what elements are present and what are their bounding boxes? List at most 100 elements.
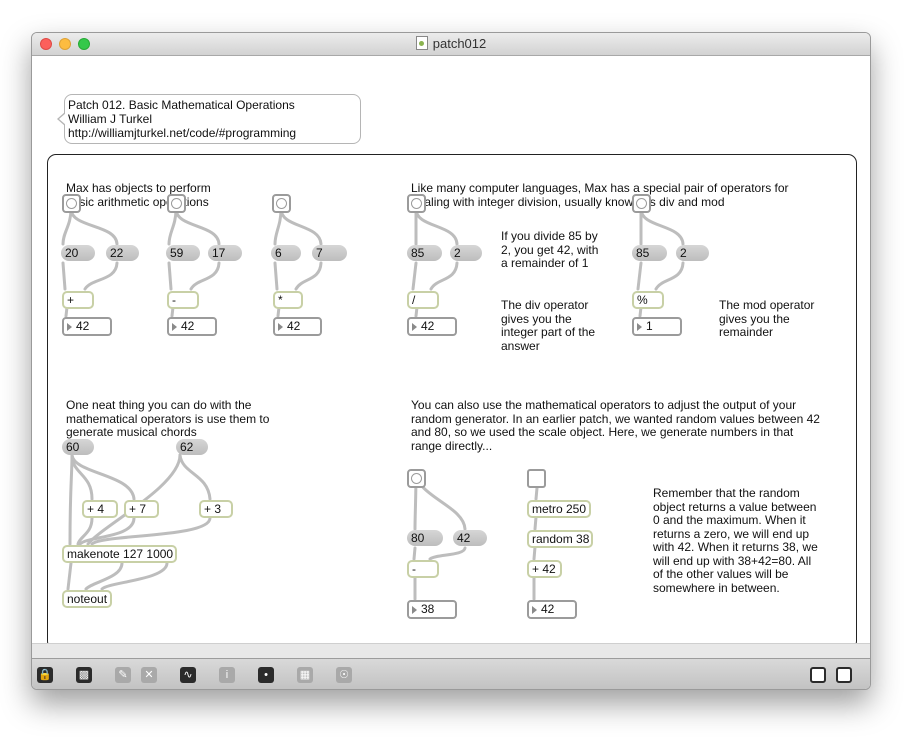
comment-line: William J Turkel xyxy=(68,112,153,126)
left-panel-icon[interactable] xyxy=(809,666,827,684)
subtract-object[interactable]: - xyxy=(167,291,199,309)
comment-line: 0 and the maximum. When it xyxy=(653,513,806,527)
number-box[interactable]: 42 xyxy=(62,317,112,336)
edit-icon[interactable]: ✎ xyxy=(114,666,132,684)
comment-line: dealing with integer division, usually k… xyxy=(411,194,725,209)
comment-line: object returns a value between xyxy=(653,499,817,514)
comment-line: You can also use the mathematical operat… xyxy=(411,398,797,412)
comment-line: range directly... xyxy=(411,438,493,453)
comment-line: basic arithmetic operations xyxy=(66,194,209,209)
comment-line: 2, you get 42, with xyxy=(501,242,599,257)
number-box[interactable]: 42 xyxy=(407,317,457,336)
random-intro-comment[interactable]: You can also use the mathematical operat… xyxy=(411,398,820,453)
add-object[interactable]: + 7 xyxy=(124,500,159,518)
message-box[interactable]: 2 xyxy=(676,245,709,261)
intdiv-intro-comment[interactable]: Like many computer languages, Max has a … xyxy=(411,181,789,209)
mod-note-comment[interactable]: The mod operator gives you the remainder xyxy=(719,298,815,340)
bang-button[interactable] xyxy=(632,194,651,213)
makenote-object[interactable]: makenote 127 1000 xyxy=(62,545,177,563)
comment-line: of the other values will be xyxy=(653,567,789,581)
div-note-comment[interactable]: The div operator gives you the integer p… xyxy=(501,298,596,353)
comment-line: Remember that the random xyxy=(653,486,800,500)
bottom-toolbar: 🔒 ▩ ✎ ✕ ∿ i • ▦ ☉ xyxy=(32,658,870,689)
message-box[interactable]: 17 xyxy=(208,245,242,261)
bang-button[interactable] xyxy=(407,194,426,213)
bang-button[interactable] xyxy=(62,194,81,213)
random-object[interactable]: random 38 xyxy=(527,530,593,548)
bubble-tail xyxy=(57,112,66,126)
comment-line: somewhere in between. xyxy=(653,580,780,595)
comment-line: Like many computer languages, Max has a … xyxy=(411,181,789,195)
message-box[interactable]: 7 xyxy=(312,245,347,261)
chords-intro-comment[interactable]: One neat thing you can do with the mathe… xyxy=(66,398,269,440)
toggle[interactable] xyxy=(527,469,546,488)
add-object[interactable]: + xyxy=(62,291,94,309)
comment-line: remainder xyxy=(719,325,774,339)
bang-button[interactable] xyxy=(407,469,426,488)
comment-line: integer part of the xyxy=(501,325,596,339)
header-comment[interactable]: Patch 012. Basic Mathematical Operations… xyxy=(57,94,361,144)
random-note-comment[interactable]: Remember that the random object returns … xyxy=(653,486,818,595)
comment-line: returns a zero, we will end up xyxy=(653,526,810,541)
message-box[interactable]: 62 xyxy=(176,439,208,455)
status-strip xyxy=(32,643,870,658)
patcher-canvas[interactable]: Patch 012. Basic Mathematical Operations… xyxy=(32,56,870,650)
clue-icon[interactable]: ☉ xyxy=(335,666,353,684)
title-bar[interactable]: patch012 xyxy=(32,33,870,56)
lock-icon[interactable]: 🔒 xyxy=(36,666,54,684)
message-box[interactable]: 22 xyxy=(106,245,139,261)
divide-object[interactable]: / xyxy=(407,291,439,309)
message-box[interactable]: 59 xyxy=(166,245,200,261)
window-title-group: patch012 xyxy=(32,36,870,51)
modulo-object[interactable]: % xyxy=(632,291,664,309)
comment-line: generate musical chords xyxy=(66,425,197,439)
noteout-object[interactable]: noteout xyxy=(62,590,112,608)
number-box[interactable]: 42 xyxy=(527,600,577,619)
metro-object[interactable]: metro 250 xyxy=(527,500,591,518)
bang-button[interactable] xyxy=(272,194,291,213)
comment-line: a remainder of 1 xyxy=(501,256,589,270)
bang-button[interactable] xyxy=(167,194,186,213)
presentation-icon[interactable]: ▩ xyxy=(75,666,93,684)
document-icon xyxy=(415,36,428,50)
message-box[interactable]: 6 xyxy=(271,245,301,261)
debug-icon[interactable]: ∿ xyxy=(179,666,197,684)
inspector-icon[interactable]: i xyxy=(218,666,236,684)
arith-intro-comment[interactable]: Max has objects to perform basic arithme… xyxy=(66,181,211,209)
comment-line: and 80, so we used the scale object. Her… xyxy=(411,425,794,439)
patcher-window: patch012 Patch 012. Basic Mathematical O… xyxy=(31,32,871,690)
add-object[interactable]: + 42 xyxy=(527,560,562,578)
message-box[interactable]: 2 xyxy=(450,245,482,261)
add-object[interactable]: + 4 xyxy=(82,500,118,518)
grid-icon[interactable]: ▦ xyxy=(296,666,314,684)
window-title: patch012 xyxy=(432,36,487,51)
add-object[interactable]: + 3 xyxy=(199,500,233,518)
message-box[interactable]: 20 xyxy=(61,245,95,261)
comment-line: The div operator xyxy=(501,298,589,312)
message-box[interactable]: 42 xyxy=(453,530,487,546)
comment-line: One neat thing you can do with the xyxy=(66,398,252,412)
comment-line: will end up with 38+42=80. All xyxy=(653,553,812,568)
comment-line: gives you the xyxy=(501,311,572,326)
connect-icon[interactable]: • xyxy=(257,666,275,684)
number-box[interactable]: 38 xyxy=(407,600,457,619)
comment-line: Patch 012. Basic Mathematical Operations xyxy=(68,98,295,112)
subtract-object[interactable]: - xyxy=(407,560,439,578)
comment-line: gives you the xyxy=(719,311,790,326)
message-box[interactable]: 85 xyxy=(407,245,442,261)
comment-line: Max has objects to perform xyxy=(66,181,211,195)
header-comment-text: Patch 012. Basic Mathematical Operations… xyxy=(68,98,296,140)
divide-note-comment[interactable]: If you divide 85 by 2, you get 42, with … xyxy=(501,229,599,271)
message-box[interactable]: 60 xyxy=(62,439,94,455)
comment-line: http://williamjturkel.net/code/#programm… xyxy=(68,126,297,140)
number-box[interactable]: 1 xyxy=(632,317,682,336)
close-icon[interactable]: ✕ xyxy=(140,666,158,684)
comment-line: The mod operator xyxy=(719,298,815,312)
comment-line: random generator. In an earlier patch, w… xyxy=(411,411,820,426)
message-box[interactable]: 80 xyxy=(407,530,443,546)
message-box[interactable]: 85 xyxy=(632,245,667,261)
number-box[interactable]: 42 xyxy=(167,317,217,336)
multiply-object[interactable]: * xyxy=(273,291,303,309)
number-box[interactable]: 42 xyxy=(273,317,322,336)
right-panel-icon[interactable] xyxy=(835,666,853,684)
